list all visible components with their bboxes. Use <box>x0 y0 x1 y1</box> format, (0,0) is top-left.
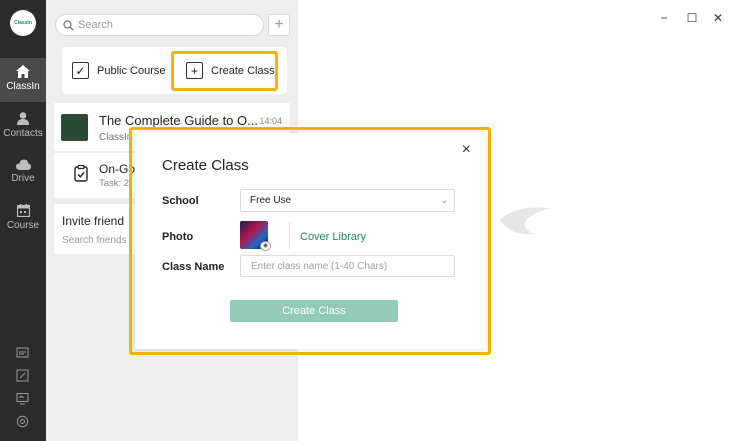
settings-icon[interactable] <box>16 415 29 428</box>
add-button[interactable]: + <box>268 14 290 36</box>
maximize-button[interactable]: ☐ <box>686 12 698 24</box>
nav-drive-label: Drive <box>11 173 35 184</box>
public-course-button[interactable]: ✓ Public Course <box>72 47 165 94</box>
calendar-icon <box>16 204 30 217</box>
class-name-label: Class Name <box>162 261 225 273</box>
minimize-button[interactable]: − <box>658 12 670 24</box>
nav-classin-label: ClassIn <box>6 81 40 92</box>
camera-icon[interactable]: ◉ <box>260 241 271 251</box>
cloud-icon <box>15 159 31 170</box>
nav-course-label: Course <box>6 220 40 231</box>
school-select-value: Free Use <box>250 195 292 206</box>
list-item-time: 14:04 <box>259 116 282 126</box>
list-item-subtitle: Task: 2 <box>99 178 130 189</box>
create-class-highlight <box>171 51 278 91</box>
list-item-subtitle: Search friends <box>62 235 127 246</box>
nav-drive[interactable]: Drive <box>0 159 46 184</box>
school-label: School <box>162 195 199 207</box>
close-icon[interactable]: × <box>462 141 471 159</box>
search-icon <box>63 20 74 31</box>
list-item-title: Invite friend <box>62 214 125 228</box>
create-class-dialog: Create Class × School Free Use ⌄ Photo ◉… <box>135 133 485 349</box>
left-rail: ClassIn ClassIn Contacts Drive Course <box>0 0 46 441</box>
course-thumbnail <box>61 114 88 141</box>
divider <box>289 222 290 249</box>
dialog-title: Create Class <box>162 157 249 174</box>
edit-icon[interactable] <box>16 369 29 382</box>
checkbox-icon: ✓ <box>72 62 89 79</box>
screen-icon[interactable] <box>16 392 29 405</box>
folder-icon[interactable] <box>16 346 29 359</box>
public-course-label: Public Course <box>97 64 166 77</box>
app-logo: ClassIn <box>10 10 36 36</box>
brand-watermark-icon <box>500 207 550 235</box>
nav-contacts-label: Contacts <box>3 128 43 139</box>
photo-label: Photo <box>162 231 194 243</box>
nav-contacts[interactable]: Contacts <box>0 112 46 139</box>
chevron-down-icon: ⌄ <box>440 195 448 205</box>
nav-course[interactable]: Course <box>0 204 46 231</box>
class-name-input[interactable] <box>240 255 455 277</box>
person-icon <box>17 112 29 125</box>
search-input[interactable] <box>78 17 258 33</box>
close-window-button[interactable]: ✕ <box>712 12 724 24</box>
school-select[interactable]: Free Use ⌄ <box>240 189 455 212</box>
nav-classin[interactable]: ClassIn <box>0 65 46 92</box>
list-item-subtitle: ClassIn <box>99 132 133 143</box>
search-box[interactable] <box>55 14 264 36</box>
list-item-title: The Complete Guide to O... <box>99 113 258 128</box>
create-class-submit-button[interactable]: Create Class <box>230 300 398 322</box>
clipboard-check-icon <box>74 165 88 182</box>
cover-library-link[interactable]: Cover Library <box>300 231 366 243</box>
home-icon <box>16 65 30 78</box>
